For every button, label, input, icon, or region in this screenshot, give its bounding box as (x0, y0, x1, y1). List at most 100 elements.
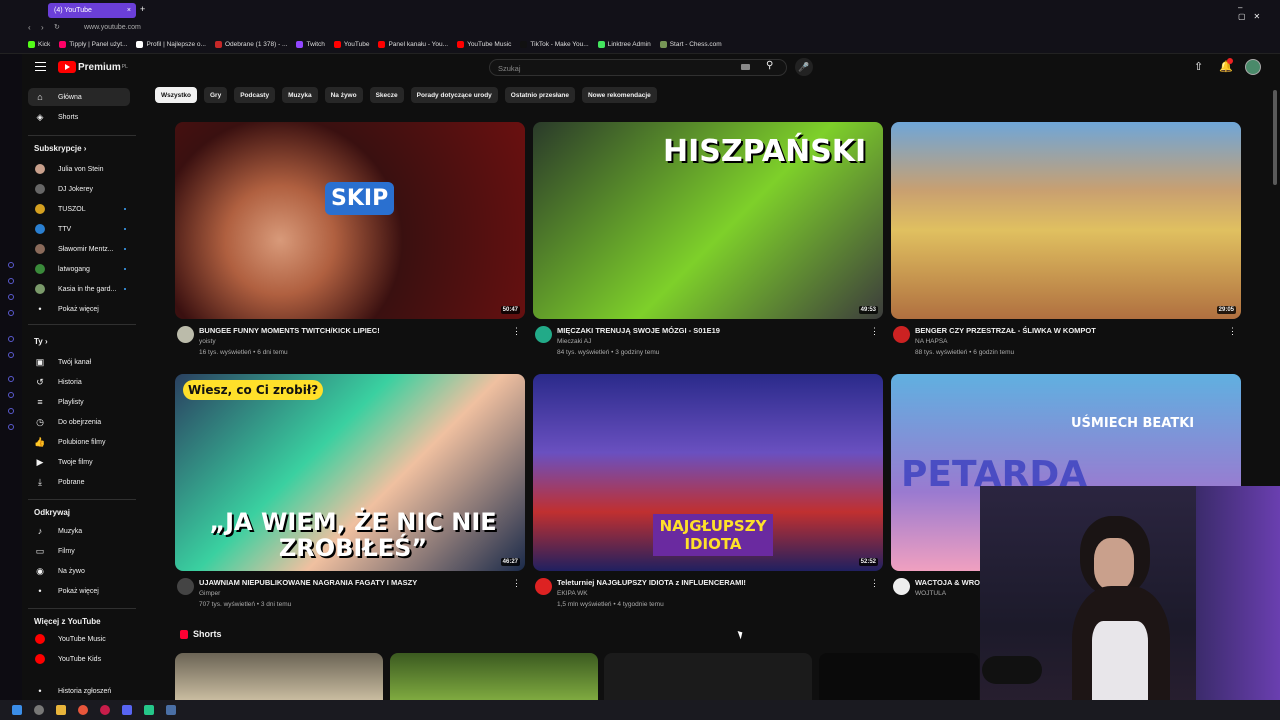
app-icon[interactable] (144, 705, 154, 715)
folder-icon[interactable] (56, 705, 66, 715)
sidebar-item[interactable]: TTV (28, 220, 130, 238)
channel-name[interactable]: NA HAPSA (915, 338, 948, 345)
more-options-icon[interactable]: ⋮ (870, 326, 879, 337)
opera-icon[interactable] (100, 705, 110, 715)
sidebar-item[interactable]: ◈ Shorts (28, 108, 130, 126)
windows-start-icon[interactable] (12, 705, 22, 715)
sidebar-item[interactable]: ↺ Historia (28, 373, 130, 391)
short-thumbnail[interactable] (819, 653, 979, 700)
bookmark-item[interactable]: YouTube Music (457, 41, 511, 48)
more-options-icon[interactable]: ⋮ (512, 578, 521, 589)
address-bar[interactable]: ‹ › ↻ www.youtube.com (0, 20, 1280, 36)
more-options-icon[interactable]: ⋮ (870, 578, 879, 589)
steam-icon[interactable] (166, 705, 176, 715)
channel-name[interactable]: yoisty (199, 338, 216, 345)
scrollbar[interactable] (1273, 90, 1277, 185)
bookmark-item[interactable]: Twitch (296, 41, 325, 48)
bookmark-item[interactable]: TikTok - Make You... (520, 41, 589, 48)
sidebar-item[interactable]: DJ Jokerey (28, 180, 130, 198)
bookmark-item[interactable]: YouTube (333, 41, 369, 48)
browser-icon[interactable] (78, 705, 88, 715)
video-title[interactable]: Teleturniej NAJGŁUPSZY IDIOTA z INFLUENC… (557, 578, 867, 587)
video-title[interactable]: UJAWNIAM NIEPUBLIKOWANE NAGRANIA FAGATY … (199, 578, 509, 587)
filter-chip[interactable]: Gry (203, 87, 228, 103)
video-title[interactable]: MIĘCZAKI TRENUJĄ SWOJE MÓZGI - S01E19 (557, 326, 867, 335)
channel-avatar[interactable] (177, 578, 194, 595)
channel-name[interactable]: WOJTULA (915, 590, 946, 597)
video-thumbnail[interactable]: „JA WIEM, ŻE NIC NIE ZROBIŁEŚ” Wiesz, co … (175, 374, 525, 571)
video-thumbnail[interactable]: NAJGŁUPSZY IDIOTA 52:52 (533, 374, 883, 571)
sidebar-item[interactable]: 👍 Polubione filmy (28, 433, 130, 451)
sidebar-section-heading[interactable]: Więcej z YouTube (34, 617, 101, 626)
discord-icon[interactable] (122, 705, 132, 715)
sidebar-item[interactable]: • Pokaż więcej (28, 582, 130, 600)
video-thumbnail[interactable]: 29:05 (891, 122, 1241, 319)
sidebar-item[interactable]: latwogang (28, 260, 130, 278)
video-title[interactable]: BUNGEE FUNNY MOMENTS TWITCH/KICK LIPIEC! (199, 326, 509, 335)
sidebar-item[interactable]: Kasia in the gard... (28, 280, 130, 298)
filter-chip[interactable]: Muzyka (282, 87, 318, 103)
short-thumbnail[interactable] (604, 653, 812, 700)
avatar[interactable] (1245, 59, 1261, 75)
channel-avatar[interactable] (893, 578, 910, 595)
filter-chip[interactable]: Nowe rekomendacje (581, 87, 657, 103)
sidebar-item[interactable]: ▣ Twój kanał (28, 353, 130, 371)
more-options-icon[interactable]: ⋮ (512, 326, 521, 337)
filter-chip[interactable]: Podcasty (234, 87, 276, 103)
bookmark-item[interactable]: Panel kanału - You... (378, 41, 448, 48)
bookmark-item[interactable]: Kick (28, 41, 50, 48)
new-tab-icon[interactable]: + (140, 4, 145, 14)
video-card[interactable]: NAJGŁUPSZY IDIOTA 52:52 Teleturniej NAJGŁU… (533, 374, 883, 608)
channel-avatar[interactable] (535, 326, 552, 343)
bookmark-item[interactable]: Tipply | Panel użyt... (59, 41, 127, 48)
upload-icon[interactable]: ⇧ (1194, 60, 1203, 73)
sidebar-item[interactable]: ◷ Do obejrzenia (28, 413, 130, 431)
mic-icon[interactable]: 🎤 (795, 58, 813, 76)
channel-avatar[interactable] (535, 578, 552, 595)
forward-icon[interactable]: › (41, 23, 44, 32)
sidebar-item[interactable]: ⤓ Pobrane (28, 473, 130, 491)
sidebar-item[interactable]: Sławomir Mentz... (28, 240, 130, 258)
short-thumbnail[interactable] (390, 653, 598, 700)
more-options-icon[interactable]: ⋮ (1228, 326, 1237, 337)
filter-chip[interactable]: Porady dotyczące urody (410, 87, 498, 103)
sidebar-item[interactable]: • Historia zgłoszeń (28, 682, 130, 700)
sidebar-section-heading[interactable]: Odkrywaj (34, 508, 70, 517)
video-thumbnail[interactable]: HISZPAŃSKI 49:53 (533, 122, 883, 319)
menu-icon[interactable] (35, 62, 46, 71)
close-icon[interactable]: × (127, 7, 131, 14)
keyboard-icon[interactable] (741, 64, 750, 70)
video-card[interactable]: HISZPAŃSKI 49:53 MIĘCZAKI TRENUJĄ SWOJE MÓ… (533, 122, 883, 356)
channel-name[interactable]: Mieczaki AJ (557, 338, 591, 345)
sidebar-section-heading[interactable]: Subskrypcje › (34, 144, 86, 153)
channel-avatar[interactable] (177, 326, 194, 343)
sidebar-item[interactable]: YouTube Music (28, 630, 130, 648)
channel-avatar[interactable] (893, 326, 910, 343)
channel-name[interactable]: EKIPA WK (557, 590, 588, 597)
filter-chip[interactable]: Ostatnio przesłane (504, 87, 575, 103)
search-icon[interactable]: ⚲ (766, 60, 773, 71)
bookmark-item[interactable]: Linktree Admin (597, 41, 651, 48)
video-card[interactable]: SKIP 50:47 BUNGEE FUNNY MOMENTS TWITCH/KIC… (175, 122, 525, 356)
sidebar-item[interactable]: ≡ Playlisty (28, 393, 130, 411)
back-icon[interactable]: ‹ (28, 23, 31, 32)
sidebar-section-heading[interactable]: Ty › (34, 337, 48, 346)
sidebar-item[interactable]: ⌂ Główna (28, 88, 130, 106)
sidebar-item[interactable]: • Pokaż więcej (28, 300, 130, 318)
sidebar-item[interactable]: ▭ Filmy (28, 542, 130, 560)
window-controls[interactable]: –▢✕ (1238, 3, 1280, 21)
filter-chip[interactable]: Skecze (369, 87, 404, 103)
video-card[interactable]: „JA WIEM, ŻE NIC NIE ZROBIŁEŚ” Wiesz, co … (175, 374, 525, 608)
sidebar-item[interactable]: TUSZOL (28, 200, 130, 218)
channel-name[interactable]: Gimper (199, 590, 220, 597)
sidebar-item[interactable]: ◉ Na żywo (28, 562, 130, 580)
bookmark-item[interactable]: Profil | Najlepsze o... (136, 41, 206, 48)
browser-tab-youtube[interactable]: (4) YouTube × (48, 3, 136, 18)
search-icon[interactable] (34, 705, 44, 715)
sidebar-item[interactable]: ▶ Twoje filmy (28, 453, 130, 471)
youtube-logo[interactable]: Premium PL (58, 61, 128, 73)
reload-icon[interactable]: ↻ (54, 23, 60, 31)
short-thumbnail[interactable] (175, 653, 383, 700)
bookmark-item[interactable]: Start - Chess.com (659, 41, 722, 48)
sidebar-item[interactable]: ♪ Muzyka (28, 522, 130, 540)
